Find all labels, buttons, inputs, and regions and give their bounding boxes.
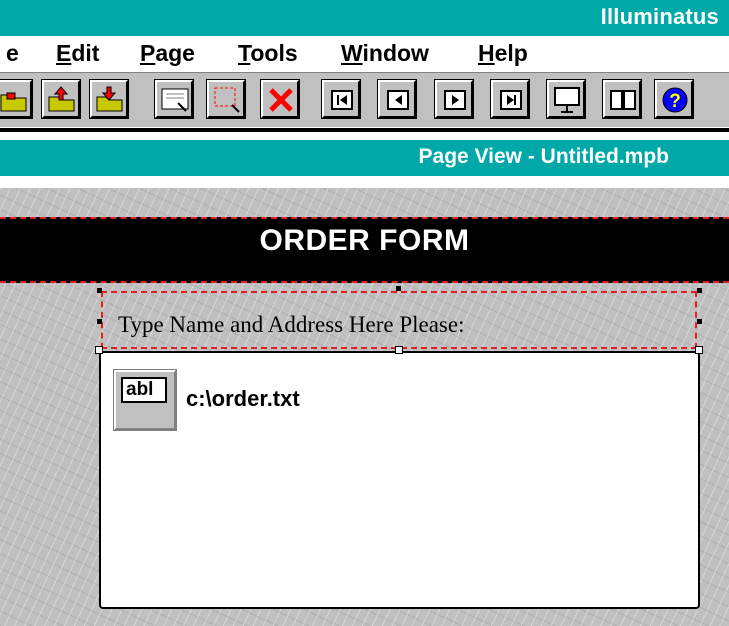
svg-text:?: ? <box>669 91 681 112</box>
next-page-button[interactable] <box>434 79 474 119</box>
help-button[interactable]: ? <box>654 79 694 119</box>
resize-handle[interactable] <box>695 346 703 354</box>
delete-icon <box>269 88 293 112</box>
resize-handle[interactable] <box>97 319 102 324</box>
open-folder-icon <box>0 92 27 112</box>
import-folder-icon <box>48 86 75 112</box>
menu-page[interactable]: Page <box>140 40 195 67</box>
header-selection-border-bottom <box>0 281 729 283</box>
app-title: Illuminatus <box>600 4 719 29</box>
previous-page-button[interactable] <box>377 79 417 119</box>
source-file-path: c:\order.txt <box>186 386 300 411</box>
next-page-icon <box>444 90 466 110</box>
last-page-button[interactable] <box>490 79 530 119</box>
presentation-button[interactable] <box>546 79 586 119</box>
delete-button[interactable] <box>260 79 300 119</box>
export-folder-button[interactable] <box>89 79 129 119</box>
app-title-bar[interactable]: Illuminatus <box>0 0 729 36</box>
resize-handle[interactable] <box>396 286 401 291</box>
open-folder-button[interactable] <box>0 79 33 119</box>
select-region-icon <box>214 87 240 113</box>
toolbar-divider <box>0 128 729 132</box>
help-icon: ? <box>662 87 688 113</box>
first-page-icon <box>331 90 353 110</box>
resize-handle[interactable] <box>395 346 403 354</box>
resize-handle[interactable] <box>95 346 103 354</box>
menu-window[interactable]: Window <box>341 40 429 67</box>
document-title: Page View - Untitled.mpb <box>418 145 669 168</box>
document-title-bar[interactable]: Page View - Untitled.mpb <box>0 140 729 176</box>
book-button[interactable] <box>602 79 642 119</box>
text-frame-icon <box>161 88 189 112</box>
resize-handle[interactable] <box>697 288 702 293</box>
text-frame-button[interactable] <box>154 79 194 119</box>
previous-page-icon <box>387 90 409 110</box>
order-form-title: ORDER FORM <box>259 224 470 257</box>
presentation-icon <box>554 87 580 113</box>
header-selection-border <box>0 217 729 219</box>
text-field-icon[interactable]: abl <box>113 369 177 431</box>
export-folder-icon <box>96 86 123 112</box>
menu-bar: e Edit Page Tools Window Help <box>0 36 729 72</box>
import-folder-button[interactable] <box>41 79 81 119</box>
menu-edit[interactable]: Edit <box>56 40 99 67</box>
label-text: Type Name and Address Here Please: <box>118 312 465 337</box>
select-region-button[interactable] <box>206 79 246 119</box>
first-page-button[interactable] <box>321 79 361 119</box>
resize-handle[interactable] <box>697 319 702 324</box>
last-page-icon <box>500 90 522 110</box>
menu-tools[interactable]: Tools <box>238 40 298 67</box>
menu-file[interactable]: e <box>6 40 19 67</box>
text-field-icon-label: abl <box>121 377 167 403</box>
menu-help[interactable]: Help <box>478 40 528 67</box>
resize-handle[interactable] <box>97 288 102 293</box>
book-icon <box>610 90 636 110</box>
